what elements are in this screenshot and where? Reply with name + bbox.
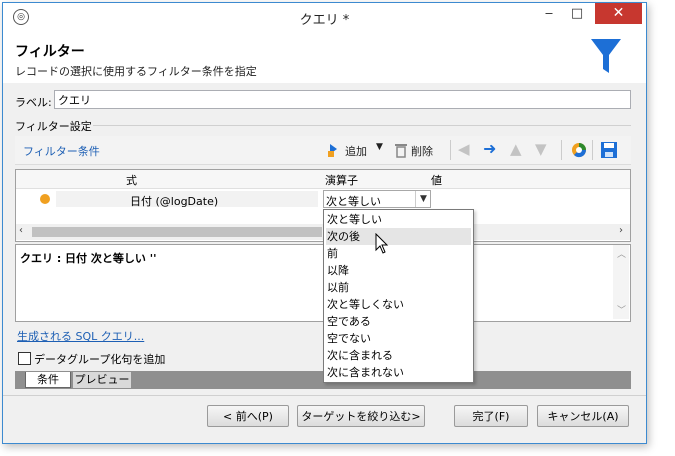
column-header-value[interactable]: 値 (431, 172, 442, 188)
dropdown-option[interactable]: 前 (326, 245, 471, 262)
arrow-right-icon[interactable]: ➜ (483, 139, 496, 158)
scroll-left-icon[interactable]: ‹ (19, 225, 23, 236)
dropdown-option[interactable]: 次と等しくない (326, 296, 471, 313)
status-dot-icon (40, 194, 50, 204)
arrow-up-icon[interactable]: ▲ (510, 140, 522, 158)
prev-button[interactable]: < 前へ(P) (207, 405, 289, 427)
page-subtitle: レコードの選択に使用するフィルター条件を指定 (15, 65, 257, 78)
add-icon (328, 144, 337, 157)
dropdown-option[interactable]: 次と等しい (326, 211, 471, 228)
column-header-expression[interactable]: 式 (126, 172, 137, 188)
chevron-down-icon[interactable]: ▼ (415, 191, 431, 207)
dropdown-option[interactable]: 以前 (326, 279, 471, 296)
add-button[interactable]: 追加 ▼ (326, 140, 386, 160)
target-button[interactable]: ターゲットを絞り込む> (297, 405, 425, 427)
funnel-icon (591, 39, 621, 73)
maximize-button[interactable]: □ (563, 3, 591, 25)
toolbar-separator (450, 140, 451, 160)
arrow-down-icon[interactable]: ▼ (535, 140, 547, 158)
operator-select[interactable]: 次と等しい ▼ (323, 190, 431, 208)
wizard-header: フィルター レコードの選択に使用するフィルター条件を指定 (3, 31, 646, 84)
scroll-right-icon[interactable]: › (619, 225, 623, 236)
finish-button[interactable]: 完了(F) (454, 405, 528, 427)
data-grouping-checkbox-label[interactable]: データグループ化句を追加 (34, 351, 165, 367)
tab-conditions[interactable]: 条件 (25, 372, 71, 388)
dropdown-option[interactable]: 空でない (326, 330, 471, 347)
page-title: フィルター (15, 44, 85, 60)
delete-label: 削除 (411, 145, 433, 158)
distribution-chart-icon[interactable] (570, 141, 588, 159)
operator-dropdown-list: 次と等しい 次の後 前 以降 以前 次と等しくない 空である 空でない 次に含ま… (323, 209, 474, 383)
cancel-button[interactable]: キャンセル(A) (537, 405, 629, 427)
grid-header: 式 演算子 値 (16, 170, 630, 189)
add-label: 追加 (345, 145, 367, 158)
filter-conditions-link[interactable]: フィルター条件 (23, 143, 100, 159)
trash-icon (395, 144, 407, 158)
scroll-up-icon[interactable]: ︿ (617, 247, 626, 260)
toolbar-separator (592, 140, 593, 160)
table-row[interactable]: 日付 (@logDate) 次と等しい ▼ (16, 189, 630, 209)
vertical-scrollbar[interactable]: ︿ ﹀ (613, 245, 629, 319)
arrow-left-icon[interactable]: ◀ (458, 140, 470, 158)
query-window: ◎ クエリ * ‒ □ ✕ フィルター レコードの選択に使用するフィルター条件を… (2, 2, 647, 444)
title-bar: ◎ クエリ * ‒ □ ✕ (3, 3, 646, 31)
data-grouping-checkbox[interactable] (18, 352, 31, 365)
dropdown-option[interactable]: 以降 (326, 262, 471, 279)
dropdown-option[interactable]: 次の後 (326, 228, 471, 245)
filter-settings-divider (93, 125, 631, 126)
query-text: クエリ : 日付 次と等しい '' (20, 252, 157, 265)
tab-preview[interactable]: プレビュー (73, 372, 131, 388)
scrollbar-thumb[interactable] (32, 227, 322, 237)
footer-divider (3, 395, 646, 396)
column-header-operator[interactable]: 演算子 (325, 172, 358, 188)
row-expression[interactable]: 日付 (@logDate) (130, 193, 218, 209)
filter-toolbar: フィルター条件 追加 ▼ 削除 ◀ ➜ ▲ ▼ (15, 136, 631, 165)
add-dropdown-arrow-icon[interactable]: ▼ (376, 142, 383, 152)
label-input[interactable]: クエリ (54, 90, 631, 109)
generated-sql-link[interactable]: 生成される SQL クエリ... (17, 328, 144, 344)
delete-button[interactable]: 削除 (394, 140, 444, 160)
scroll-down-icon[interactable]: ﹀ (617, 303, 626, 316)
operator-select-value: 次と等しい (326, 195, 381, 208)
close-button[interactable]: ✕ (595, 3, 642, 24)
minimize-button[interactable]: ‒ (535, 3, 563, 25)
mouse-cursor-icon (375, 233, 389, 254)
dropdown-option[interactable]: 空である (326, 313, 471, 330)
save-icon[interactable] (600, 141, 618, 159)
toolbar-separator (561, 140, 562, 160)
dropdown-option[interactable]: 次に含まれる (326, 347, 471, 364)
filter-settings-label: フィルター設定 (15, 120, 92, 133)
dropdown-option[interactable]: 次に含まれない (326, 364, 471, 381)
label-field-label: ラベル: (15, 96, 52, 109)
